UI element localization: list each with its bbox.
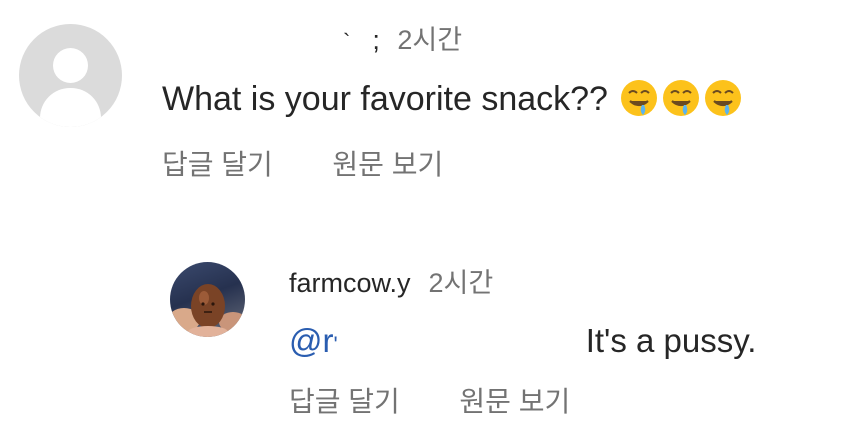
comment-text: What is your favorite snack?? bbox=[162, 78, 743, 119]
default-avatar-body-icon bbox=[40, 88, 101, 127]
comment-actions: 답글 달기 원문 보기 bbox=[162, 143, 443, 183]
comment-meta: `; 2시간 bbox=[343, 18, 462, 57]
avatar[interactable] bbox=[19, 24, 122, 127]
reply-button[interactable]: 답글 달기 bbox=[289, 380, 400, 420]
timestamp: 2시간 bbox=[397, 25, 463, 55]
see-original-button[interactable]: 원문 보기 bbox=[332, 143, 443, 183]
comment-body: What is your favorite snack?? bbox=[162, 80, 608, 118]
reply-actions: 답글 달기 원문 보기 bbox=[289, 380, 570, 420]
username[interactable]: farmcow.y bbox=[289, 268, 411, 298]
egg-figure-avatar-icon bbox=[170, 284, 245, 337]
default-avatar-head-icon bbox=[53, 48, 88, 83]
avatar[interactable] bbox=[170, 262, 245, 337]
reply-meta: farmcow.y 2시간 bbox=[289, 261, 493, 300]
reply-text: @r' It's a pussy. bbox=[289, 322, 757, 359]
username[interactable]: ; bbox=[372, 25, 387, 55]
timestamp: 2시간 bbox=[428, 268, 494, 298]
see-original-button[interactable]: 원문 보기 bbox=[459, 380, 570, 420]
drooling-face-icon bbox=[621, 80, 658, 116]
drooling-face-icon bbox=[705, 80, 742, 116]
drooling-face-icon bbox=[663, 80, 700, 116]
mention-link[interactable]: @r bbox=[289, 322, 334, 359]
reply-body: It's a pussy. bbox=[585, 322, 757, 359]
username-fragment[interactable]: ` bbox=[343, 29, 350, 54]
reply-button[interactable]: 답글 달기 bbox=[162, 143, 273, 183]
